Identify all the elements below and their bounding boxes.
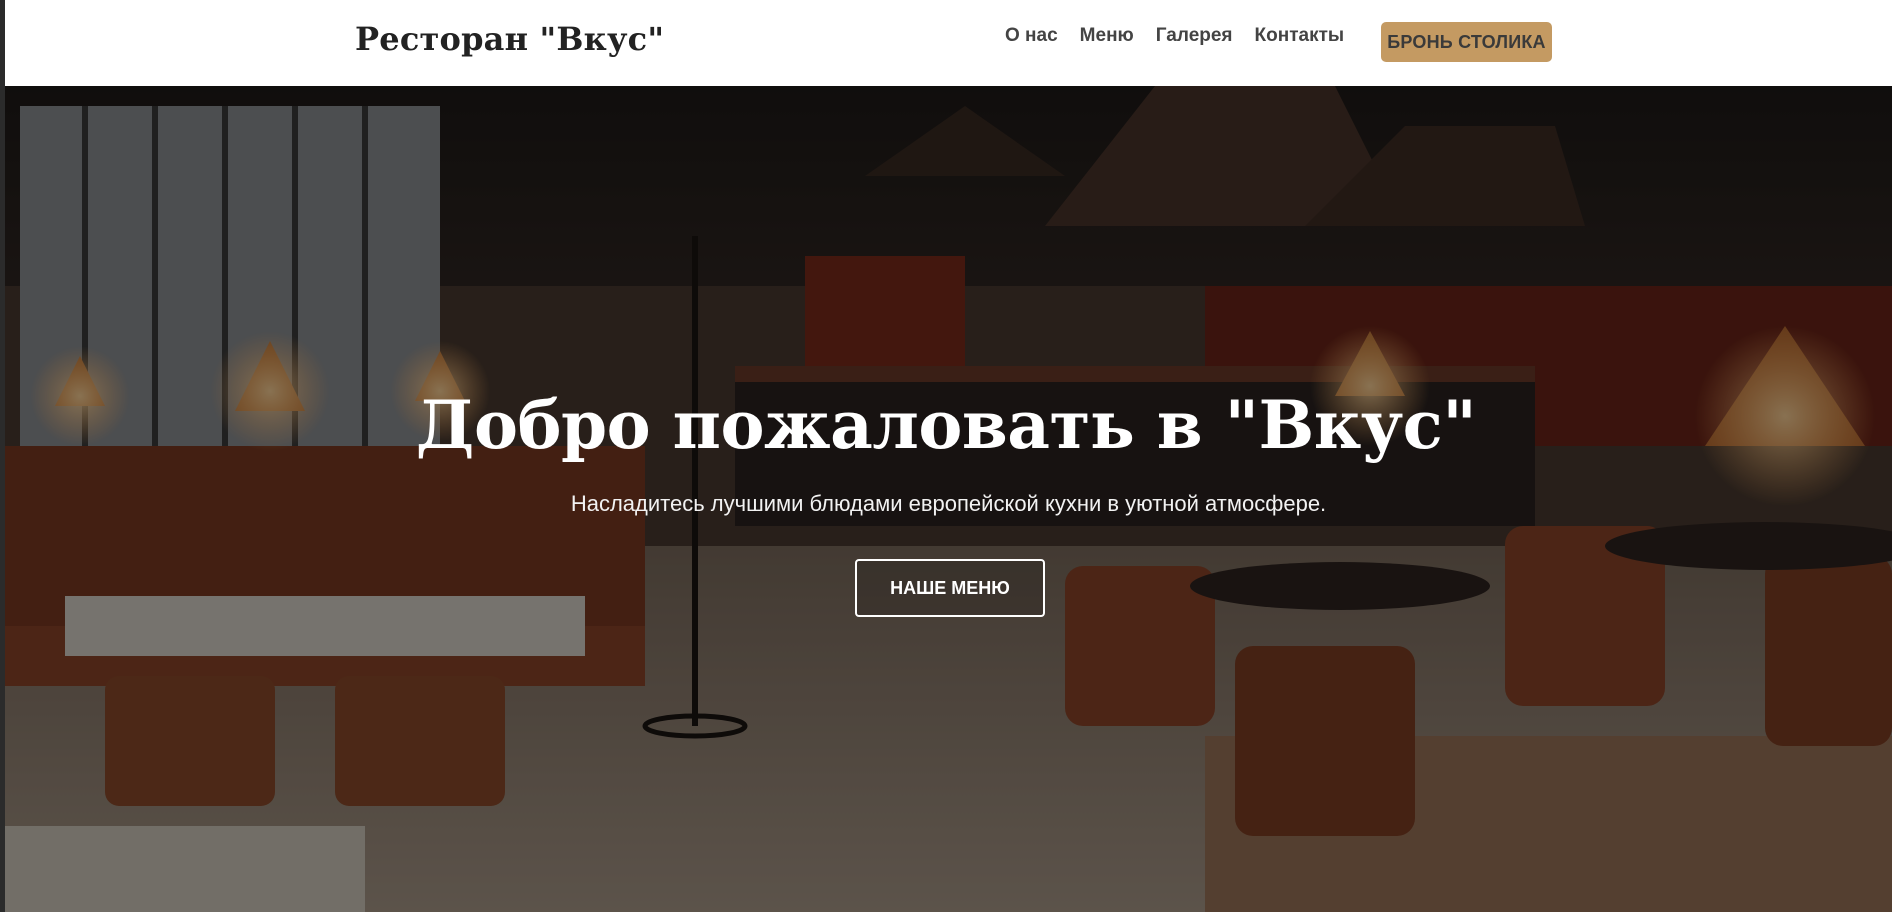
hero-subtitle: Насладитесь лучшими блюдами европейской …	[570, 491, 1327, 516]
nav-link-about[interactable]: О нас	[1005, 22, 1058, 50]
nav-link-menu[interactable]: Меню	[1080, 22, 1134, 50]
our-menu-button[interactable]: НАШЕ МЕНЮ	[855, 559, 1045, 617]
main-nav: О нас Меню Галерея Контакты	[1005, 22, 1366, 50]
site-header: Ресторан "Вкус" О нас Меню Галерея Конта…	[5, 0, 1892, 86]
hero-title: Добро пожаловать в "Вкус"	[415, 386, 1477, 464]
nav-link-contacts[interactable]: Контакты	[1255, 22, 1345, 50]
book-table-button[interactable]: БРОНЬ СТОЛИКА	[1381, 22, 1552, 62]
site-logo[interactable]: Ресторан "Вкус"	[355, 20, 664, 58]
hero-section: Добро пожаловать в "Вкус" Насладитесь лу…	[5, 86, 1892, 912]
nav-link-gallery[interactable]: Галерея	[1156, 22, 1233, 50]
